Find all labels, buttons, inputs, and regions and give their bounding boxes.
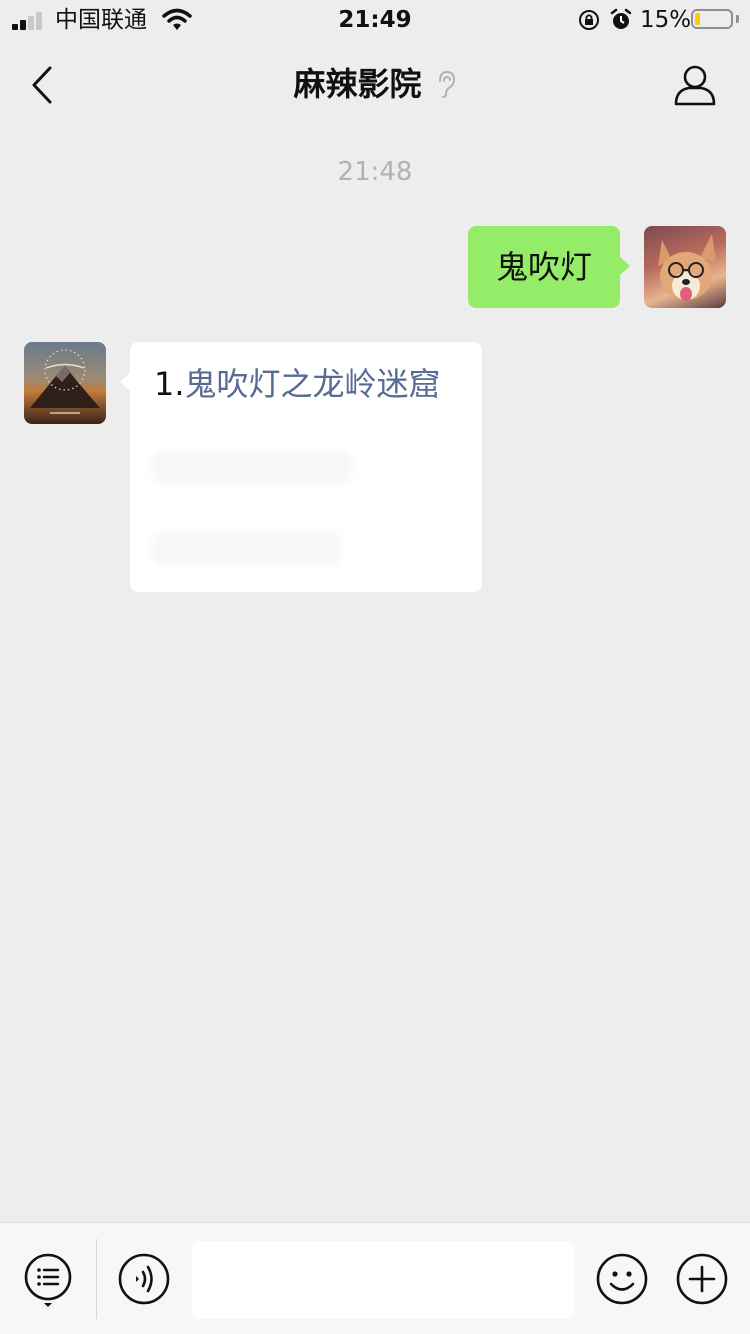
chat-title-group: 麻辣影院: [0, 64, 750, 104]
blurred-text-line: [152, 532, 342, 566]
more-button[interactable]: [676, 1253, 728, 1305]
chat-header: 麻辣影院: [0, 40, 750, 130]
my-avatar[interactable]: [644, 226, 726, 308]
blurred-text-line: [152, 450, 352, 484]
result-number: 1.: [154, 365, 185, 403]
emoji-button[interactable]: [596, 1253, 648, 1305]
dog-avatar-image: [658, 234, 716, 301]
menu-button[interactable]: [24, 1253, 74, 1309]
emoji-icon: [596, 1253, 648, 1305]
message-input[interactable]: [192, 1241, 574, 1319]
battery-icon: [691, 9, 733, 29]
alarm-icon: [610, 8, 632, 29]
menu-list-icon: [24, 1253, 72, 1307]
chat-timestamp: 21:48: [337, 157, 413, 187]
chat-title: 麻辣影院: [293, 65, 422, 103]
battery-cap: [736, 15, 739, 23]
mountain-logo-image: [30, 349, 100, 414]
plus-icon: [676, 1253, 728, 1305]
input-bar-divider: [96, 1239, 97, 1319]
battery-percentage: 15%: [640, 7, 692, 33]
profile-icon: [674, 65, 716, 106]
sent-message-bubble[interactable]: 鬼吹灯: [468, 226, 630, 308]
input-bar: [0, 1222, 750, 1334]
battery-level: [695, 13, 700, 25]
received-message-bubble: 1.鬼吹灯之龙岭迷窟: [120, 342, 482, 592]
search-result-item: 1.鬼吹灯之龙岭迷窟: [154, 364, 441, 404]
status-time: 21:49: [338, 7, 412, 33]
status-bar: 中国联通 21:49 15%: [0, 0, 750, 40]
voice-icon: [118, 1253, 170, 1305]
profile-button[interactable]: [672, 62, 718, 110]
result-link[interactable]: 鬼吹灯之龙岭迷窟: [185, 365, 441, 403]
official-account-avatar[interactable]: [24, 342, 106, 424]
voice-input-button[interactable]: [118, 1253, 170, 1305]
orientation-lock-icon: [579, 10, 599, 30]
mute-ear-icon: [438, 70, 455, 98]
